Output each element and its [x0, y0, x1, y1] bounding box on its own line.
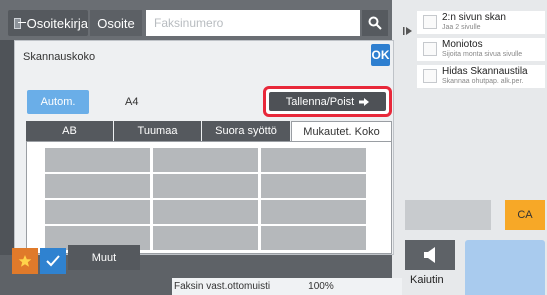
custom-size-panel: [26, 141, 392, 254]
option-subtitle: Sijoita monta sivua sivulle: [442, 51, 523, 58]
option-slow-scan[interactable]: Hidas Skannaustila Skannaa ohutpap. alk.…: [417, 65, 545, 88]
custom-size-slot[interactable]: [261, 174, 366, 198]
panel-toggle-icon[interactable]: [403, 22, 412, 40]
option-title: 2:n sivun skan: [442, 12, 506, 23]
send-button-disabled: [465, 240, 545, 295]
option-checkbox[interactable]: [423, 69, 437, 83]
custom-size-slot[interactable]: [45, 200, 150, 224]
fax-memory-status: Faksin vast.ottomuisti 100%: [172, 278, 402, 295]
option-subtitle: Skannaa ohutpap. alk.per.: [442, 78, 524, 85]
disabled-action-button: [405, 200, 491, 230]
option-two-page-scan[interactable]: 2:n sivun skan Jaa 2 sivulle: [417, 11, 545, 34]
tab-ab[interactable]: AB: [26, 121, 114, 141]
check-button[interactable]: [40, 248, 66, 274]
star-icon: [18, 255, 32, 267]
scan-size-dialog: Skannauskoko OK Autom. A4 Tallenna/Poist…: [14, 40, 394, 255]
save-remove-label: Tallenna/Poist: [285, 95, 355, 108]
arrow-right-icon: [359, 97, 370, 106]
address-label[interactable]: Osoite: [90, 10, 142, 36]
favorite-button[interactable]: [12, 248, 38, 274]
custom-size-slot[interactable]: [261, 200, 366, 224]
option-title: Hidas Skannaustila: [442, 66, 528, 77]
address-book-button[interactable]: Osoitekirja: [8, 10, 88, 36]
search-button[interactable]: [362, 10, 388, 36]
address-book-icon: [14, 17, 26, 29]
fax-number-input[interactable]: [146, 10, 360, 36]
custom-size-slot[interactable]: [153, 148, 258, 172]
size-tabs: AB Tuumaa Suora syöttö Mukautet. Koko: [26, 121, 392, 141]
ca-button[interactable]: CA: [505, 200, 545, 230]
address-book-label: Osoitekirja: [26, 15, 88, 31]
speaker-label: Kaiutin: [410, 274, 444, 286]
ok-button[interactable]: OK: [371, 44, 390, 66]
custom-size-grid: [45, 148, 367, 250]
option-n-up[interactable]: Moniotos Sijoita monta sivua sivulle: [417, 38, 545, 61]
custom-size-slot[interactable]: [45, 148, 150, 172]
custom-size-slot[interactable]: [153, 200, 258, 224]
custom-size-slot[interactable]: [153, 226, 258, 250]
custom-size-slot[interactable]: [261, 226, 366, 250]
tab-custom-size[interactable]: Mukautet. Koko: [291, 121, 392, 141]
speaker-button[interactable]: [405, 240, 455, 270]
search-icon: [368, 16, 382, 30]
save-remove-button[interactable]: Tallenna/Poist: [269, 92, 386, 111]
custom-size-slot[interactable]: [153, 174, 258, 198]
speaker-icon: [424, 247, 435, 263]
auto-size-button[interactable]: Autom.: [27, 90, 89, 114]
left-background-strip: [0, 40, 14, 255]
custom-size-slot[interactable]: [45, 174, 150, 198]
option-checkbox[interactable]: [423, 15, 437, 29]
option-title: Moniotos: [442, 39, 483, 50]
check-icon: [46, 255, 60, 267]
other-button[interactable]: Muut: [68, 245, 140, 270]
option-subtitle: Jaa 2 sivulle: [442, 24, 481, 31]
custom-size-slot[interactable]: [261, 148, 366, 172]
tab-direct-entry[interactable]: Suora syöttö: [202, 121, 291, 141]
fax-memory-label: Faksin vast.ottomuisti: [174, 281, 271, 292]
highlight-frame: Tallenna/Poist: [263, 86, 392, 117]
tab-inch[interactable]: Tuumaa: [114, 121, 202, 141]
fax-memory-value: 100%: [308, 281, 334, 292]
option-checkbox[interactable]: [423, 42, 437, 56]
dialog-title: Skannauskoko: [23, 51, 96, 63]
current-size-value: A4: [125, 96, 139, 108]
